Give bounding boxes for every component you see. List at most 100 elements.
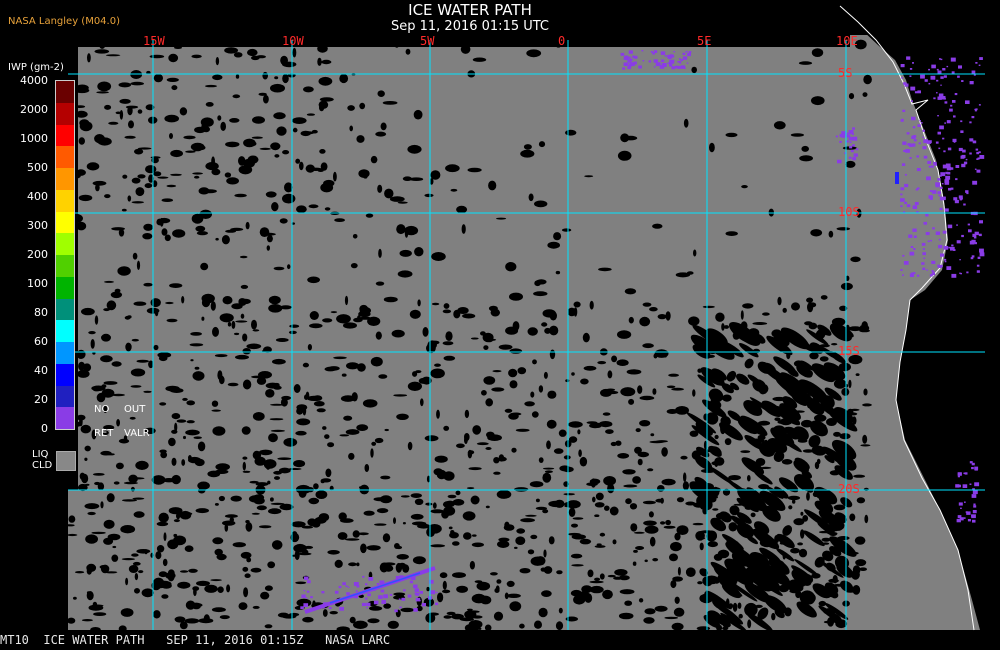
clear-sky-speck (426, 527, 435, 538)
legend-value-label: 0 (41, 422, 48, 435)
clear-sky-speck (558, 607, 563, 614)
ice-cloud-pixel (955, 178, 958, 181)
clear-sky-speck (333, 356, 347, 360)
clear-sky-speck (76, 169, 86, 176)
clear-sky-speck (203, 614, 210, 623)
clear-sky-speck (431, 252, 446, 261)
clear-sky-speck (273, 112, 286, 120)
clear-sky-speck (471, 615, 483, 619)
clear-sky-speck (360, 543, 367, 554)
clear-sky-speck (256, 505, 267, 511)
clear-sky-speck (568, 421, 583, 428)
ice-cloud-pixel (979, 57, 983, 60)
clear-sky-speck (151, 157, 159, 164)
clear-sky-speck (240, 284, 249, 289)
ice-cloud-pixel (949, 108, 953, 112)
clear-sky-speck (430, 368, 445, 379)
clear-sky-speck (613, 576, 623, 580)
clear-sky-speck (81, 307, 95, 316)
clear-sky-speck (125, 577, 129, 586)
clear-sky-speck (304, 394, 309, 401)
ice-cloud-pixel (971, 494, 977, 498)
clear-sky-speck (675, 272, 691, 278)
clear-sky-speck (149, 54, 165, 59)
clear-sky-speck (806, 297, 814, 303)
clear-sky-speck (509, 348, 523, 354)
clear-sky-speck (211, 409, 221, 412)
legend-value-label: 20 (34, 393, 48, 406)
clear-sky-speck (264, 624, 273, 629)
clear-sky-speck (108, 121, 119, 125)
clear-sky-speck (508, 412, 519, 420)
clear-sky-speck (161, 228, 168, 236)
ice-cloud-pixel (928, 165, 932, 168)
clear-sky-speck (523, 144, 532, 150)
clear-sky-speck (380, 122, 387, 131)
ice-cloud-pixel (667, 55, 672, 59)
clear-sky-speck (546, 419, 557, 429)
ice-cloud-pixel (968, 229, 972, 233)
clear-sky-speck (470, 495, 480, 505)
clear-sky-speck (610, 441, 617, 447)
clear-sky-speck (85, 534, 98, 544)
clear-sky-speck (542, 472, 552, 483)
clear-sky-speck (229, 517, 234, 523)
ice-cloud-pixel (304, 576, 309, 581)
ice-cloud-pixel (900, 193, 903, 196)
ice-cloud-pixel (937, 191, 941, 195)
clear-sky-speck (247, 155, 259, 164)
legend-value-label: 400 (27, 190, 48, 203)
clear-sky-speck (192, 172, 204, 175)
clear-sky-speck (127, 105, 133, 116)
clear-sky-speck (541, 590, 552, 597)
clear-sky-speck (801, 145, 809, 152)
ice-cloud-pixel (414, 592, 418, 595)
clear-sky-speck (611, 355, 618, 363)
clear-sky-speck (740, 450, 751, 453)
ice-cloud-pixel (946, 266, 952, 270)
ice-cloud-pixel (938, 238, 941, 241)
clear-sky-speck (773, 121, 786, 130)
ice-cloud-pixel (931, 165, 934, 168)
clear-sky-speck (485, 338, 497, 341)
clear-sky-speck (121, 208, 127, 212)
clear-sky-speck (242, 348, 251, 355)
clear-sky-speck (271, 540, 283, 550)
ice-cloud-pixel (926, 176, 931, 181)
clear-sky-speck (453, 309, 461, 319)
clear-sky-speck (863, 74, 872, 85)
clear-sky-speck (282, 61, 297, 68)
clear-sky-speck (649, 536, 656, 547)
ice-cloud-pixel (913, 235, 917, 238)
ice-cloud-pixel (421, 603, 426, 607)
legend-value-label: 100 (27, 277, 48, 290)
clear-sky-speck (350, 263, 358, 269)
clear-sky-speck (106, 493, 115, 503)
clear-sky-speck (517, 367, 527, 375)
clear-sky-speck (530, 391, 535, 398)
clear-sky-speck (244, 573, 251, 578)
clear-sky-speck (230, 495, 242, 502)
clear-sky-speck (159, 402, 167, 406)
clear-sky-speck (414, 498, 424, 505)
clear-sky-speck (657, 314, 667, 320)
clear-sky-speck (840, 282, 853, 291)
ice-cloud-pixel (972, 180, 978, 185)
clear-sky-speck (648, 511, 654, 518)
clear-sky-speck (542, 467, 555, 470)
clear-sky-speck (674, 596, 680, 604)
clear-sky-speck (538, 141, 546, 148)
clear-sky-speck (336, 314, 351, 324)
clear-sky-speck (245, 140, 257, 147)
clear-sky-speck (464, 433, 470, 441)
clear-sky-speck (797, 542, 803, 546)
ice-cloud-pixel (682, 56, 688, 60)
clear-sky-speck (84, 457, 88, 461)
clear-sky-speck (456, 443, 465, 449)
ice-cloud-pixel (930, 239, 932, 242)
clear-sky-speck (270, 497, 274, 502)
clear-sky-speck (254, 456, 266, 466)
clear-sky-speck (322, 426, 327, 430)
clear-sky-speck (472, 534, 477, 537)
ice-cloud-pixel (922, 252, 926, 256)
